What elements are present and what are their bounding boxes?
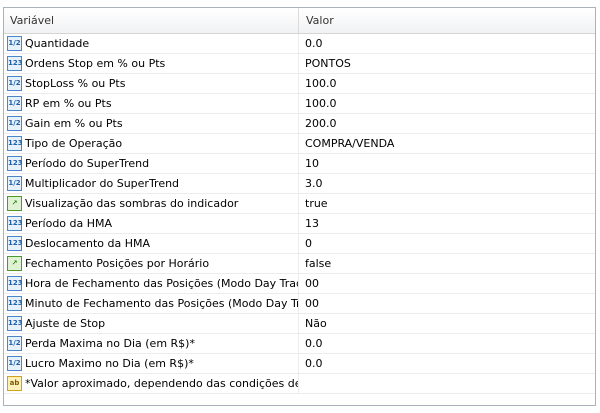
parameter-name: 123 Ordens Stop em % ou Pts	[4, 54, 299, 73]
parameter-label: Quantidade	[25, 37, 90, 50]
parameter-name: 1/2 Lucro Maximo no Dia (em R$)*	[4, 354, 299, 373]
half-icon: 1/2	[7, 36, 22, 51]
parameter-label: Gain em % ou Pts	[25, 117, 123, 130]
parameter-value[interactable]: 00	[300, 294, 595, 313]
parameter-name: 123 Minuto de Fechamento das Posições (Mo…	[4, 294, 299, 313]
parameter-value[interactable]	[300, 374, 595, 393]
enum-icon: 123	[7, 276, 23, 291]
half-icon: 1/2	[7, 176, 22, 191]
parameter-value[interactable]: 10	[300, 154, 595, 173]
parameter-name: 123 Tipo de Operação	[4, 134, 299, 153]
parameter-name: 123 Hora de Fechamento das Posições (Modo…	[4, 274, 299, 293]
enum-icon: 123	[7, 56, 23, 71]
parameter-row[interactable]: 1/2 Multiplicador do SuperTrend 3.0	[4, 174, 595, 194]
parameter-value[interactable]: PONTOS	[300, 54, 595, 73]
parameter-value[interactable]: 13	[300, 214, 595, 233]
parameter-value[interactable]: 100.0	[300, 94, 595, 113]
parameter-row[interactable]: 123 Ajuste de Stop Não	[4, 314, 595, 334]
parameter-value[interactable]: 3.0	[300, 174, 595, 193]
string-icon: ab	[7, 376, 22, 391]
parameter-name: 123 Período do SuperTrend	[4, 154, 299, 173]
parameter-value[interactable]: Não	[300, 314, 595, 333]
half-icon: 1/2	[7, 116, 22, 131]
parameter-value[interactable]: 0.0	[300, 34, 595, 53]
grid-header: Variável Valor	[4, 8, 595, 34]
parameter-label: Fechamento Posições por Horário	[25, 257, 210, 270]
parameter-value[interactable]: COMPRA/VENDA	[300, 134, 595, 153]
half-icon: 1/2	[7, 336, 22, 351]
parameter-name: ↗ Fechamento Posições por Horário	[4, 254, 299, 273]
parameter-row[interactable]: 123 Minuto de Fechamento das Posições (Mo…	[4, 294, 595, 314]
parameter-name: 123 Ajuste de Stop	[4, 314, 299, 333]
parameter-row[interactable]: 1/2 Perda Maxima no Dia (em R$)* 0.0	[4, 334, 595, 354]
parameter-label: Tipo de Operação	[25, 137, 123, 150]
parameter-row[interactable]: 123 Hora de Fechamento das Posições (Modo…	[4, 274, 595, 294]
parameter-value[interactable]: 0.0	[300, 334, 595, 353]
parameter-row[interactable]: 1/2 StopLoss % ou Pts 100.0	[4, 74, 595, 94]
parameter-row[interactable]: 1/2 RP em % ou Pts 100.0	[4, 94, 595, 114]
parameter-row[interactable]: 1/2 Lucro Maximo no Dia (em R$)* 0.0	[4, 354, 595, 374]
parameter-row[interactable]: 123 Tipo de Operação COMPRA/VENDA	[4, 134, 595, 154]
parameters-grid: Variável Valor 1/2 Quantidade 0.0 123 Ordens…	[3, 7, 596, 406]
parameter-row[interactable]: ↗ Visualização das sombras do indicador tr…	[4, 194, 595, 214]
parameter-name: 1/2 Perda Maxima no Dia (em R$)*	[4, 334, 299, 353]
parameter-value[interactable]: 00	[300, 274, 595, 293]
parameter-name: 1/2 StopLoss % ou Pts	[4, 74, 299, 93]
bool-icon: ↗	[7, 196, 22, 211]
column-header-variable[interactable]: Variável	[4, 8, 299, 33]
parameter-label: Período do SuperTrend	[25, 157, 150, 170]
column-header-value[interactable]: Valor	[300, 8, 595, 33]
parameter-row[interactable]: 1/2 Gain em % ou Pts 200.0	[4, 114, 595, 134]
parameter-name: 1/2 Quantidade	[4, 34, 299, 53]
parameter-label: RP em % ou Pts	[25, 97, 112, 110]
parameter-label: Ajuste de Stop	[25, 317, 106, 330]
parameter-row[interactable]: 123 Período do SuperTrend 10	[4, 154, 595, 174]
enum-icon: 123	[7, 316, 23, 331]
bool-icon: ↗	[7, 256, 22, 271]
parameter-row[interactable]: 1/2 Quantidade 0.0	[4, 34, 595, 54]
enum-icon: 123	[7, 136, 23, 151]
parameter-row[interactable]: 123 Deslocamento da HMA 0	[4, 234, 595, 254]
parameter-value[interactable]: 0	[300, 234, 595, 253]
enum-icon: 123	[7, 216, 23, 231]
enum-icon: 123	[7, 156, 23, 171]
parameter-label: Deslocamento da HMA	[25, 237, 151, 250]
parameter-value[interactable]: true	[300, 194, 595, 213]
enum-icon: 123	[7, 296, 23, 311]
parameter-name: ↗ Visualização das sombras do indicador	[4, 194, 299, 213]
parameter-name: ab *Valor aproximado, dependendo das cond…	[4, 374, 299, 393]
parameter-name: 123 Deslocamento da HMA	[4, 234, 299, 253]
parameter-label: Multiplicador do SuperTrend	[25, 177, 180, 190]
parameter-label: Visualização das sombras do indicador	[25, 197, 239, 210]
parameter-value[interactable]: false	[300, 254, 595, 273]
parameter-row[interactable]: ab *Valor aproximado, dependendo das cond…	[4, 374, 595, 394]
parameter-name: 1/2 Multiplicador do SuperTrend	[4, 174, 299, 193]
parameter-label: Período da HMA	[25, 217, 113, 230]
half-icon: 1/2	[7, 76, 22, 91]
half-icon: 1/2	[7, 96, 22, 111]
parameter-value[interactable]: 200.0	[300, 114, 595, 133]
parameter-label: Lucro Maximo no Dia (em R$)*	[25, 357, 194, 370]
parameter-label: Ordens Stop em % ou Pts	[25, 57, 166, 70]
half-icon: 1/2	[7, 356, 22, 371]
parameter-value[interactable]: 100.0	[300, 74, 595, 93]
parameter-name: 1/2 RP em % ou Pts	[4, 94, 299, 113]
enum-icon: 123	[7, 236, 23, 251]
parameter-name: 1/2 Gain em % ou Pts	[4, 114, 299, 133]
parameter-row[interactable]: 123 Ordens Stop em % ou Pts PONTOS	[4, 54, 595, 74]
parameter-name: 123 Período da HMA	[4, 214, 299, 233]
parameter-label: Perda Maxima no Dia (em R$)*	[25, 337, 195, 350]
parameter-label: Minuto de Fechamento das Posições (Modo …	[25, 297, 299, 310]
parameter-label: Hora de Fechamento das Posições (Modo Da…	[25, 277, 299, 290]
grid-rows: 1/2 Quantidade 0.0 123 Ordens Stop em % ou P…	[4, 34, 595, 394]
parameter-row[interactable]: 123 Período da HMA 13	[4, 214, 595, 234]
parameter-row[interactable]: ↗ Fechamento Posições por Horário false	[4, 254, 595, 274]
parameter-value[interactable]: 0.0	[300, 354, 595, 373]
parameter-label: *Valor aproximado, dependendo das condiç…	[25, 377, 298, 390]
parameter-label: StopLoss % ou Pts	[25, 77, 126, 90]
